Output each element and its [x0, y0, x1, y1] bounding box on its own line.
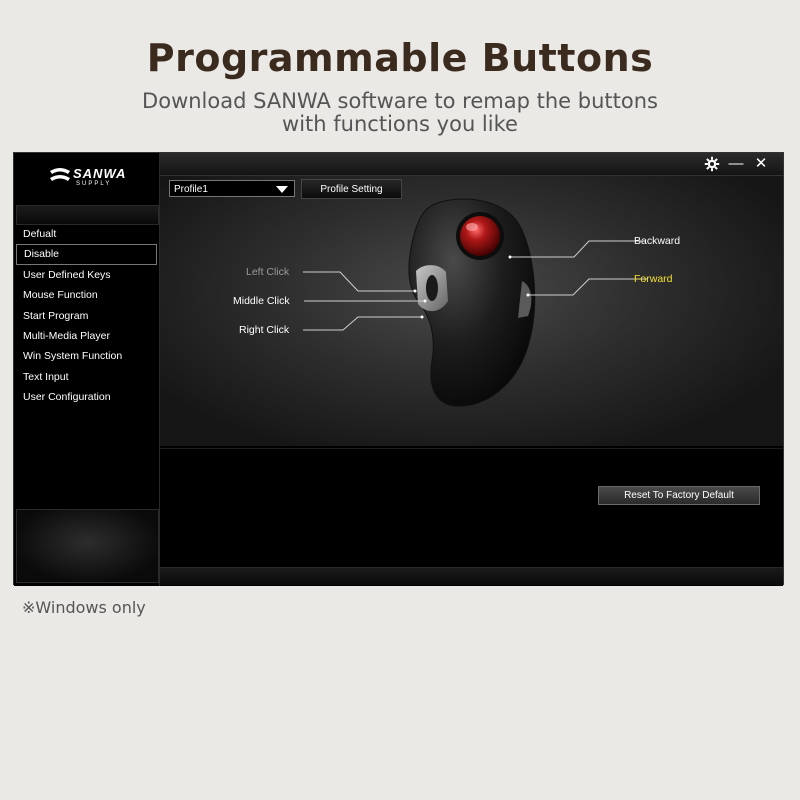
menu-item-start-program[interactable]: Start Program: [16, 306, 157, 326]
sidebar-preview-panel: [16, 509, 159, 583]
logo-subtext: SUPPLY: [76, 181, 112, 187]
menu-item-win-system-function[interactable]: Win System Function: [16, 346, 157, 366]
menu-item-text-input[interactable]: Text Input: [16, 367, 157, 387]
mouse-diagram-area: Profile1 Profile Setting Left Click Midd…: [160, 176, 783, 446]
windows-only-note: ※Windows only: [22, 598, 146, 617]
menu-item-mouse-function[interactable]: Mouse Function: [16, 285, 157, 305]
backward-label[interactable]: Backward: [634, 235, 680, 247]
menu-item-user-defined-keys[interactable]: User Defined Keys: [16, 265, 157, 285]
sanwa-logo-icon: [50, 168, 70, 181]
function-menu: Defualt Disable User Defined Keys Mouse …: [16, 224, 157, 408]
page-subtitle-line-1: Download SANWA software to remap the but…: [142, 89, 658, 113]
menu-item-user-configuration[interactable]: User Configuration: [16, 387, 157, 407]
page-subtitle-line-2: with functions you like: [282, 112, 518, 136]
menu-item-multi-media-player[interactable]: Multi-Media Player: [16, 326, 157, 346]
reset-factory-default-button[interactable]: Reset To Factory Default: [598, 486, 760, 505]
sidebar-header-strip: [16, 205, 159, 225]
close-button[interactable]: ✕: [752, 155, 770, 173]
middle-click-label[interactable]: Middle Click: [233, 295, 290, 307]
action-panel: Reset To Factory Default: [160, 448, 783, 565]
logo: SANWA SUPPLY: [14, 153, 159, 203]
minimize-button[interactable]: —: [727, 155, 745, 173]
menu-item-disable[interactable]: Disable: [16, 244, 157, 265]
logo-text: SANWA: [73, 166, 127, 181]
title-bar: — ✕: [160, 153, 783, 176]
gear-icon[interactable]: [703, 155, 721, 173]
main-panel: — ✕ Profile1 Profile Setting Left Click …: [160, 153, 783, 586]
status-bar: [160, 567, 783, 585]
forward-label[interactable]: Forward: [634, 273, 673, 285]
trackball-mouse-illustration: [303, 198, 647, 407]
left-click-label[interactable]: Left Click: [246, 266, 289, 278]
right-click-label[interactable]: Right Click: [239, 324, 289, 336]
app-window: SANWA SUPPLY Defualt Disable User Define…: [13, 152, 784, 586]
sidebar: SANWA SUPPLY Defualt Disable User Define…: [14, 153, 159, 586]
page-title: Programmable Buttons: [146, 36, 654, 80]
menu-item-default[interactable]: Defualt: [16, 224, 157, 244]
